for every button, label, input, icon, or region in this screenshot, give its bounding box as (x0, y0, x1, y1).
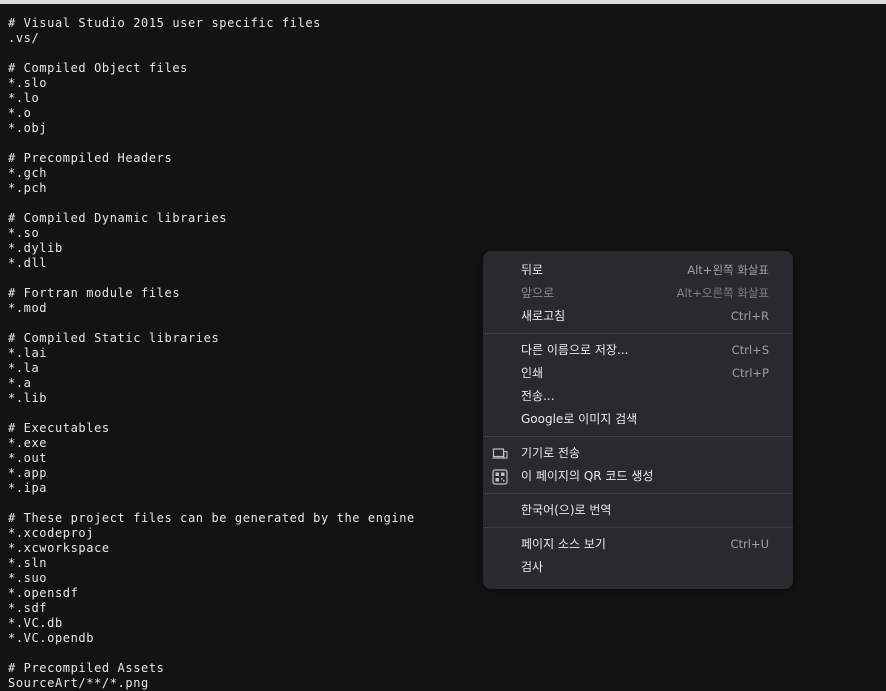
pattern-line: *.mod (8, 301, 48, 315)
pattern-line: *.out (8, 451, 48, 465)
menu-item-label: 페이지 소스 보기 (521, 537, 606, 551)
comment-line: # Visual Studio 2015 user specific files (8, 16, 321, 30)
pattern-line: *.so (8, 226, 40, 240)
menu-item-reload[interactable]: 새로고침 Ctrl+R (483, 305, 793, 328)
pattern-line: *.sdf (8, 601, 48, 615)
menu-separator (483, 493, 793, 494)
pattern-line: *.lai (8, 346, 48, 360)
menu-item-shortcut: Ctrl+S (731, 343, 769, 357)
gitignore-file-content: # Visual Studio 2015 user specific files… (8, 16, 415, 691)
pattern-line: *.xcodeproj (8, 526, 95, 540)
comment-line: # Compiled Static libraries (8, 331, 220, 345)
menu-item-back[interactable]: 뒤로 Alt+왼쪽 화살표 (483, 259, 793, 282)
menu-item-cast[interactable]: 전송... (483, 385, 793, 408)
pattern-line: *.exe (8, 436, 48, 450)
pattern-line: *.obj (8, 121, 48, 135)
pattern-line: *.xcworkspace (8, 541, 110, 555)
pattern-line: *.o (8, 106, 32, 120)
menu-item-shortcut: Ctrl+R (730, 309, 769, 323)
menu-item-shortcut: Alt+오른쪽 화살표 (676, 286, 769, 300)
pattern-line: *.VC.db (8, 616, 63, 630)
context-menu: 뒤로 Alt+왼쪽 화살표 앞으로 Alt+오른쪽 화살표 새로고침 Ctrl+… (483, 251, 793, 589)
menu-separator (483, 527, 793, 528)
pattern-line: *.lo (8, 91, 40, 105)
menu-item-inspect[interactable]: 검사 (483, 556, 793, 579)
comment-line: # Compiled Object files (8, 61, 188, 75)
pattern-line: *.app (8, 466, 48, 480)
pattern-line: *.lib (8, 391, 48, 405)
comment-line: # Compiled Dynamic libraries (8, 211, 228, 225)
menu-item-forward[interactable]: 앞으로 Alt+오른쪽 화살표 (483, 282, 793, 305)
pattern-line: *.dll (8, 256, 48, 270)
menu-item-send-to-devices[interactable]: 기기로 전송 (483, 442, 793, 465)
pattern-line: *.opensdf (8, 586, 79, 600)
menu-item-label: Google로 이미지 검색 (521, 412, 638, 426)
menu-separator (483, 333, 793, 334)
menu-item-shortcut: Ctrl+P (731, 366, 769, 380)
qr-code-icon (492, 469, 508, 485)
comment-line: # Precompiled Headers (8, 151, 173, 165)
pattern-line: *.sln (8, 556, 48, 570)
pattern-line: *.pch (8, 181, 48, 195)
pattern-line: *.suo (8, 571, 48, 585)
menu-item-label: 이 페이지의 QR 코드 생성 (521, 469, 654, 483)
menu-item-google-image-search[interactable]: Google로 이미지 검색 (483, 408, 793, 431)
menu-item-label: 인쇄 (521, 366, 544, 380)
comment-line: # Precompiled Assets (8, 661, 165, 675)
pattern-line: *.la (8, 361, 40, 375)
menu-item-label: 한국어(으)로 번역 (521, 503, 612, 517)
menu-item-qr-code[interactable]: 이 페이지의 QR 코드 생성 (483, 465, 793, 488)
pattern-line: *.dylib (8, 241, 63, 255)
menu-item-label: 다른 이름으로 저장... (521, 343, 629, 357)
menu-item-view-source[interactable]: 페이지 소스 보기 Ctrl+U (483, 533, 793, 556)
menu-item-label: 기기로 전송 (521, 446, 581, 460)
window-top-strip (0, 0, 886, 4)
comment-line: # These project files can be generated b… (8, 511, 415, 525)
menu-item-save-as[interactable]: 다른 이름으로 저장... Ctrl+S (483, 339, 793, 362)
menu-separator (483, 436, 793, 437)
menu-item-shortcut: Alt+왼쪽 화살표 (687, 263, 769, 277)
pattern-line: *.gch (8, 166, 48, 180)
menu-item-label: 앞으로 (521, 286, 555, 300)
pattern-line: .vs/ (8, 31, 40, 45)
menu-item-translate[interactable]: 한국어(으)로 번역 (483, 499, 793, 522)
pattern-line: *.a (8, 376, 32, 390)
menu-item-label: 새로고침 (521, 309, 566, 323)
menu-item-label: 검사 (521, 560, 544, 574)
devices-icon (492, 448, 508, 459)
menu-item-print[interactable]: 인쇄 Ctrl+P (483, 362, 793, 385)
menu-item-shortcut: Ctrl+U (730, 537, 769, 551)
pattern-line: *.VC.opendb (8, 631, 95, 645)
comment-line: # Fortran module files (8, 286, 181, 300)
comment-line: # Executables (8, 421, 110, 435)
menu-item-label: 전송... (521, 389, 555, 403)
menu-item-label: 뒤로 (521, 263, 544, 277)
pattern-line: *.ipa (8, 481, 48, 495)
pattern-line: *.slo (8, 76, 48, 90)
